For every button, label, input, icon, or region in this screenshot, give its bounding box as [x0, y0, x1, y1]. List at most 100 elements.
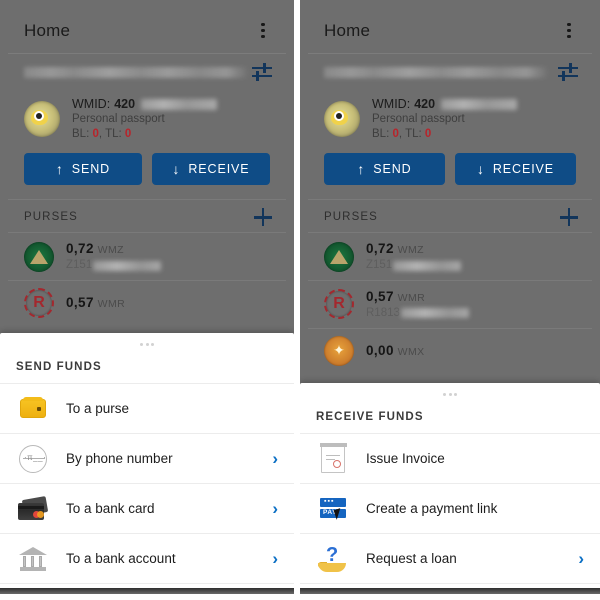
arrow-down-icon: ↓ [476, 161, 485, 178]
loan-request-icon: ? [316, 542, 350, 576]
passport-type: Personal passport [72, 113, 165, 125]
receive-button-label: RECEIVE [492, 162, 555, 177]
list-item-request-a-loan[interactable]: ? Request a loan › [300, 533, 600, 583]
bl-tl-row: BL: 0, TL: 0 [72, 127, 132, 140]
plus-icon[interactable] [254, 208, 272, 227]
wmz-purse-icon [24, 241, 54, 272]
list-item[interactable]: 0,57 WMR R1813 [308, 280, 592, 328]
tune-sliders-icon[interactable] [252, 62, 272, 82]
bank-account-icon [16, 542, 50, 576]
masked-email [24, 66, 249, 78]
chevron-right-icon: › [578, 549, 584, 568]
purses-title: PURSES [24, 211, 78, 224]
list-item-label: To a bank account [66, 551, 176, 566]
bl-value: 0 [92, 127, 99, 140]
purses-header: PURSES [8, 199, 286, 232]
chevron-right-icon: › [272, 499, 278, 518]
purse-currency: WMZ [97, 244, 124, 257]
purse-amount: 0,72 WMZ [366, 241, 424, 257]
list-item[interactable]: 0,72 WMZ Z151 [8, 232, 286, 280]
account-summary[interactable]: WMID: 420 Personal passport BL: 0, TL: 0 [308, 90, 592, 151]
send-funds-screen: Home WMID: 420 Personal passport BL: 0, … [0, 0, 300, 600]
purse-number-masked [400, 308, 469, 319]
list-item-to-a-purse[interactable]: To a purse [0, 383, 294, 433]
chevron-right-icon: › [272, 549, 278, 568]
sheet-title: SEND FUNDS [16, 361, 102, 373]
list-item[interactable]: 0,57 WMR [8, 280, 286, 325]
purse-amount: 0,57 WMR [366, 289, 426, 305]
wmid-label: WMID: [372, 97, 411, 111]
wmid-row: WMID: 420 [72, 96, 218, 112]
action-buttons: ↑ SEND ↓ RECEIVE [8, 151, 286, 199]
list-item-by-phone-number[interactable]: By phone number › [0, 433, 294, 483]
account-summary[interactable]: WMID: 420 Personal passport BL: 0, TL: 0 [8, 90, 286, 151]
list-item-label: To a purse [66, 401, 130, 416]
list-item[interactable]: 0,00 WMX [308, 327, 592, 373]
appbar: Home [8, 8, 286, 54]
purse-icon [16, 392, 50, 426]
account-email-row [8, 54, 286, 90]
dimmed-app-right: Home WMID: 420 Personal passport BL: 0, … [300, 0, 600, 390]
send-button-label: SEND [373, 162, 412, 177]
phone-number-icon [16, 442, 50, 476]
tl-label: TL: [405, 127, 422, 140]
receive-button[interactable]: ↓ RECEIVE [152, 153, 270, 186]
list-item-create-a-payment-link[interactable]: Create a payment link [300, 483, 600, 533]
wmid-value: 420 [414, 97, 436, 111]
wmz-purse-icon [324, 241, 354, 272]
tl-value: 0 [424, 127, 432, 140]
send-button[interactable]: ↑ SEND [324, 153, 445, 186]
list-item-label: Request a loan [366, 551, 457, 566]
purse-currency: WMX [397, 345, 425, 358]
list-item-to-a-bank-account[interactable]: To a bank account › [0, 533, 294, 583]
kebab-menu-icon[interactable] [560, 20, 578, 42]
purses-header: PURSES [308, 199, 592, 232]
wmid-masked [441, 98, 518, 110]
bank-card-icon [16, 492, 50, 526]
list-item-label: By phone number [66, 451, 173, 466]
receive-funds-sheet: RECEIVE FUNDS Issue Invoice Create a pay… [300, 383, 600, 600]
arrow-down-icon: ↓ [172, 161, 181, 178]
navigation-bar [0, 588, 294, 594]
purse-amount: 0,00 WMX [366, 342, 425, 358]
action-buttons: ↑ SEND ↓ RECEIVE [308, 151, 592, 199]
purse-currency: WMR [97, 298, 126, 311]
purse-number: Z151 [66, 258, 162, 273]
send-button[interactable]: ↑ SEND [24, 153, 142, 186]
purse-currency: WMZ [397, 244, 424, 257]
bl-value: 0 [392, 127, 399, 140]
wmx-purse-icon [324, 335, 354, 366]
kebab-menu-icon[interactable] [254, 20, 272, 42]
receive-button-label: RECEIVE [188, 162, 250, 177]
passport-type: Personal passport [372, 113, 465, 125]
masked-email [324, 66, 549, 78]
arrow-up-icon: ↑ [357, 161, 366, 178]
avatar [324, 100, 360, 137]
tune-sliders-icon[interactable] [558, 62, 578, 82]
list-item-label: Create a payment link [366, 501, 498, 516]
bl-label: BL: [372, 127, 390, 140]
list-divider [0, 583, 294, 584]
arrow-up-icon: ↑ [55, 161, 64, 178]
purse-number: Z151 [366, 258, 462, 273]
purse-amount: 0,72 WMZ [66, 241, 124, 257]
list-item-to-a-bank-card[interactable]: To a bank card › [0, 483, 294, 533]
wmid-value: 420 [114, 97, 136, 111]
list-item[interactable]: 0,72 WMZ Z151 [308, 232, 592, 280]
wmr-purse-icon [324, 289, 354, 320]
list-item-label: To a bank card [66, 501, 155, 516]
purse-number: R1813 [366, 306, 469, 321]
wmid-label: WMID: [72, 97, 111, 111]
plus-icon[interactable] [560, 208, 578, 227]
purse-amount: 0,57 WMR [66, 295, 126, 311]
list-item-issue-invoice[interactable]: Issue Invoice [300, 433, 600, 483]
appbar: Home [308, 8, 592, 54]
sheet-drag-handle[interactable] [0, 333, 294, 355]
list-item-label: Issue Invoice [366, 451, 445, 466]
purses-title: PURSES [324, 211, 378, 224]
send-funds-sheet: SEND FUNDS To a purse By phone number › … [0, 333, 294, 600]
sheet-drag-handle[interactable] [300, 383, 600, 405]
avatar [24, 100, 60, 137]
navigation-bar [300, 588, 600, 594]
receive-button[interactable]: ↓ RECEIVE [455, 153, 576, 186]
